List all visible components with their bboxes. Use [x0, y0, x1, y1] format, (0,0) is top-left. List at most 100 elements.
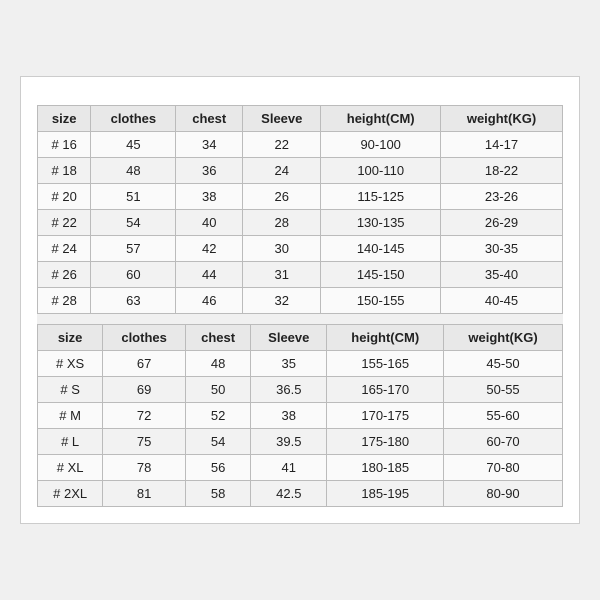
table-cell: 35-40: [441, 262, 563, 288]
kids-size-table: sizeclotheschestSleeveheight(CM)weight(K…: [37, 105, 563, 314]
table-cell: 48: [185, 351, 250, 377]
table-cell: 14-17: [441, 132, 563, 158]
header-cell: size: [38, 106, 91, 132]
header-cell: size: [38, 325, 103, 351]
header-cell: height(CM): [327, 325, 444, 351]
table-cell: 26: [243, 184, 321, 210]
table-cell: 175-180: [327, 429, 444, 455]
table-cell: 34: [176, 132, 243, 158]
table-cell: 32: [243, 288, 321, 314]
table-cell: 81: [103, 481, 186, 507]
table-cell: 48: [91, 158, 176, 184]
adults-header-row: sizeclotheschestSleeveheight(CM)weight(K…: [38, 325, 563, 351]
table-cell: 42: [176, 236, 243, 262]
table-cell: 150-155: [321, 288, 441, 314]
table-cell: 165-170: [327, 377, 444, 403]
table-cell: # 28: [38, 288, 91, 314]
table-cell: 185-195: [327, 481, 444, 507]
table-cell: 130-135: [321, 210, 441, 236]
table-cell: 69: [103, 377, 186, 403]
table-row: # 26604431145-15035-40: [38, 262, 563, 288]
header-cell: clothes: [103, 325, 186, 351]
table-cell: 39.5: [251, 429, 327, 455]
table-cell: 52: [185, 403, 250, 429]
table-cell: 31: [243, 262, 321, 288]
table-cell: 46: [176, 288, 243, 314]
table-cell: 45: [91, 132, 176, 158]
table-row: # 20513826115-12523-26: [38, 184, 563, 210]
table-cell: 100-110: [321, 158, 441, 184]
kids-table-section: sizeclotheschestSleeveheight(CM)weight(K…: [37, 105, 563, 314]
table-cell: 72: [103, 403, 186, 429]
table-cell: 36.5: [251, 377, 327, 403]
table-cell: # L: [38, 429, 103, 455]
table-cell: 35: [251, 351, 327, 377]
table-cell: 180-185: [327, 455, 444, 481]
table-row: # L755439.5175-18060-70: [38, 429, 563, 455]
table-cell: 70-80: [444, 455, 563, 481]
table-cell: 24: [243, 158, 321, 184]
table-cell: 67: [103, 351, 186, 377]
table-row: # 22544028130-13526-29: [38, 210, 563, 236]
kids-header-row: sizeclotheschestSleeveheight(CM)weight(K…: [38, 106, 563, 132]
table-cell: 58: [185, 481, 250, 507]
table-cell: # 20: [38, 184, 91, 210]
table-cell: 54: [91, 210, 176, 236]
table-cell: # S: [38, 377, 103, 403]
header-cell: Sleeve: [243, 106, 321, 132]
table-row: # S695036.5165-17050-55: [38, 377, 563, 403]
table-cell: 51: [91, 184, 176, 210]
table-cell: 50-55: [444, 377, 563, 403]
table-cell: 115-125: [321, 184, 441, 210]
table-cell: 140-145: [321, 236, 441, 262]
table-cell: 44: [176, 262, 243, 288]
table-cell: 30: [243, 236, 321, 262]
table-cell: 145-150: [321, 262, 441, 288]
table-cell: 38: [176, 184, 243, 210]
table-cell: 60: [91, 262, 176, 288]
table-cell: # XS: [38, 351, 103, 377]
table-row: # 2XL815842.5185-19580-90: [38, 481, 563, 507]
table-cell: 41: [251, 455, 327, 481]
table-cell: 26-29: [441, 210, 563, 236]
header-cell: height(CM): [321, 106, 441, 132]
table-cell: 23-26: [441, 184, 563, 210]
adults-table-section: sizeclotheschestSleeveheight(CM)weight(K…: [37, 324, 563, 507]
table-cell: # 22: [38, 210, 91, 236]
header-cell: Sleeve: [251, 325, 327, 351]
table-cell: 38: [251, 403, 327, 429]
table-cell: 63: [91, 288, 176, 314]
table-cell: 40: [176, 210, 243, 236]
table-cell: 170-175: [327, 403, 444, 429]
table-cell: # XL: [38, 455, 103, 481]
table-cell: 50: [185, 377, 250, 403]
table-cell: # M: [38, 403, 103, 429]
table-cell: 60-70: [444, 429, 563, 455]
table-cell: 90-100: [321, 132, 441, 158]
adults-size-table: sizeclotheschestSleeveheight(CM)weight(K…: [37, 324, 563, 507]
table-cell: # 16: [38, 132, 91, 158]
table-cell: 36: [176, 158, 243, 184]
table-cell: # 2XL: [38, 481, 103, 507]
header-cell: clothes: [91, 106, 176, 132]
table-cell: # 26: [38, 262, 91, 288]
table-cell: 78: [103, 455, 186, 481]
table-row: # 18483624100-11018-22: [38, 158, 563, 184]
table-cell: 155-165: [327, 351, 444, 377]
table-cell: 54: [185, 429, 250, 455]
table-cell: # 18: [38, 158, 91, 184]
header-cell: weight(KG): [441, 106, 563, 132]
table-cell: 22: [243, 132, 321, 158]
table-cell: 80-90: [444, 481, 563, 507]
table-cell: 56: [185, 455, 250, 481]
table-cell: 55-60: [444, 403, 563, 429]
table-row: # 24574230140-14530-35: [38, 236, 563, 262]
header-cell: weight(KG): [444, 325, 563, 351]
table-cell: 42.5: [251, 481, 327, 507]
table-cell: 75: [103, 429, 186, 455]
table-cell: 57: [91, 236, 176, 262]
header-cell: chest: [185, 325, 250, 351]
size-chart-card: sizeclotheschestSleeveheight(CM)weight(K…: [20, 76, 580, 524]
table-row: # 28634632150-15540-45: [38, 288, 563, 314]
table-cell: 40-45: [441, 288, 563, 314]
